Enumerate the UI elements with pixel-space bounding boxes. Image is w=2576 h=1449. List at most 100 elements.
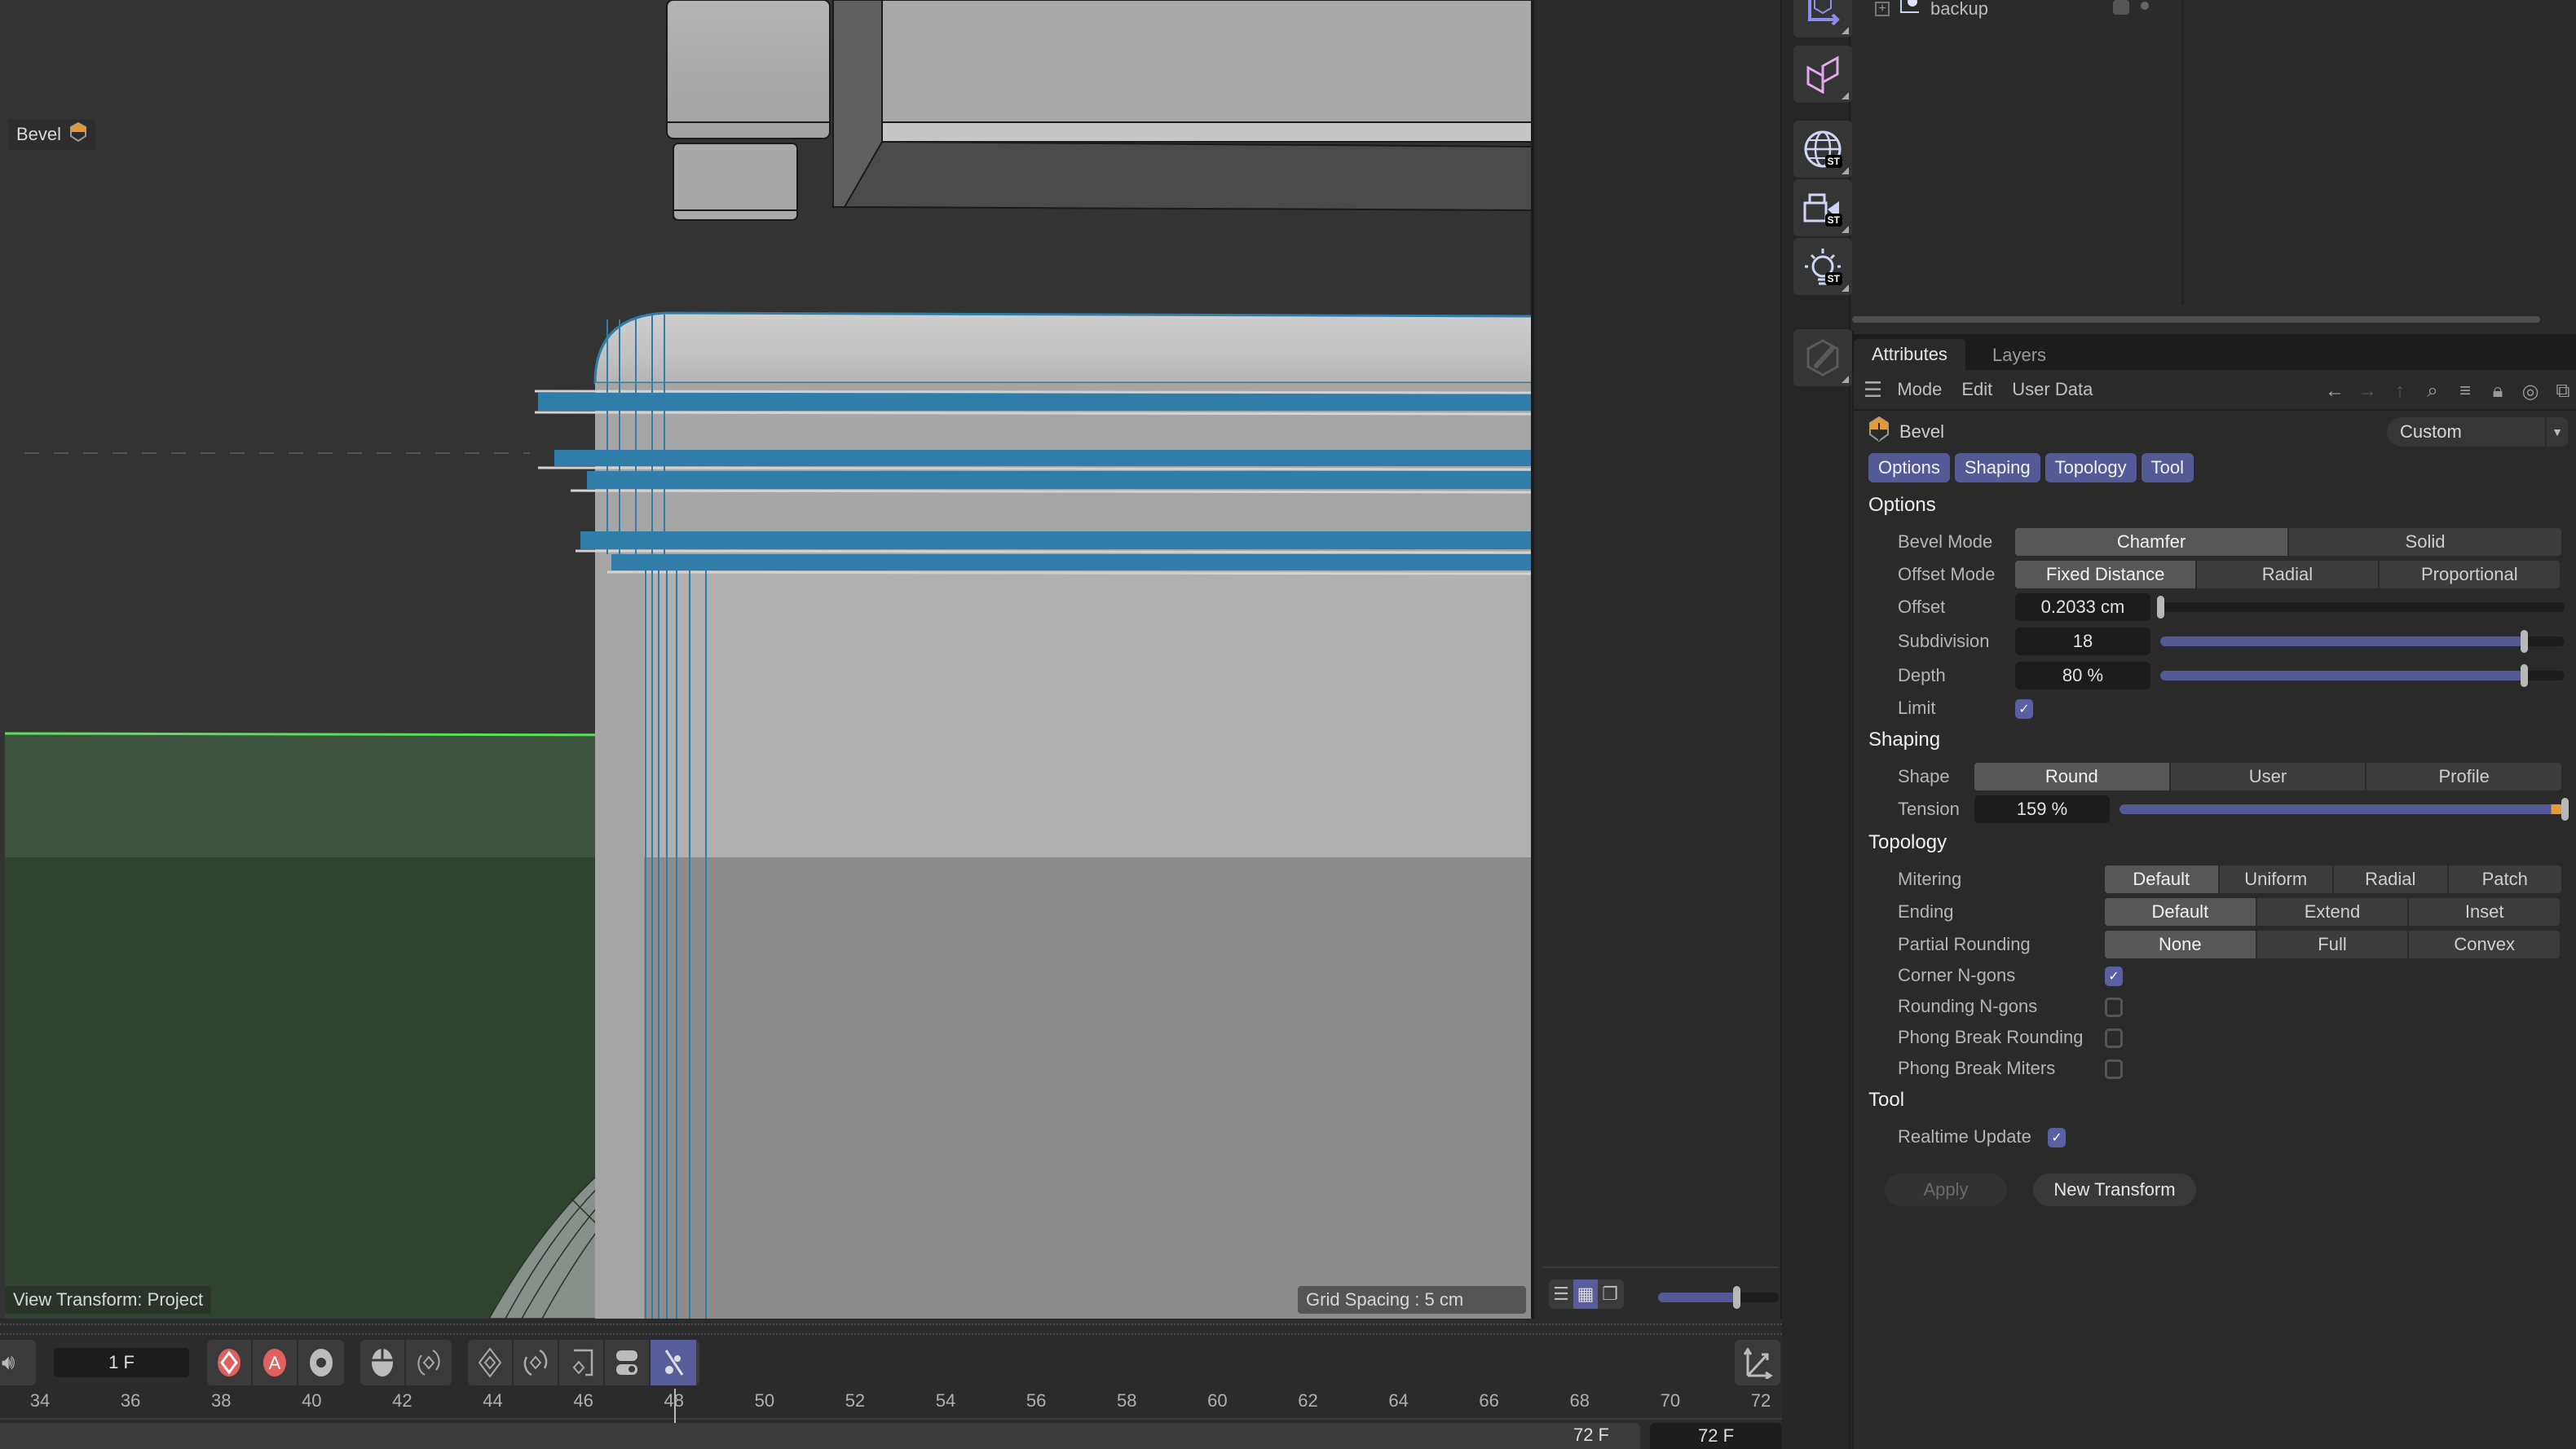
chevron-down-icon[interactable]: ▼ xyxy=(2545,417,2568,447)
new-transform-button[interactable]: New Transform xyxy=(2033,1174,2196,1206)
rounding-ngons-checkbox[interactable] xyxy=(2105,998,2123,1017)
menu-edit[interactable]: Edit xyxy=(1961,379,1992,400)
option-full[interactable]: Full xyxy=(2257,931,2410,958)
option-radial[interactable]: Radial xyxy=(2334,865,2449,893)
corner-ngons-row: Corner N-gons ✓ xyxy=(1852,962,2576,991)
option-default[interactable]: Default xyxy=(2105,865,2220,893)
autokey-button[interactable]: A xyxy=(253,1340,298,1385)
group-tab-topology[interactable]: Topology xyxy=(2044,453,2137,482)
phong-break-miters-checkbox[interactable] xyxy=(2105,1059,2123,1079)
coordinate-system-tool[interactable] xyxy=(1793,0,1852,37)
edit-visibility-icon[interactable] xyxy=(2113,0,2129,15)
option-extend[interactable]: Extend xyxy=(2257,898,2410,926)
back-arrow-icon[interactable]: ← xyxy=(2322,378,2348,404)
offset-slider[interactable] xyxy=(2157,596,2565,619)
option-inset[interactable]: Inset xyxy=(2409,898,2560,926)
object-name[interactable]: backup xyxy=(1930,0,1988,20)
apply-button[interactable]: Apply xyxy=(1885,1174,2007,1206)
limit-checkbox[interactable]: ✓ xyxy=(2015,699,2033,719)
depth-field[interactable]: 80 % xyxy=(2015,662,2150,689)
option-uniform[interactable]: Uniform xyxy=(2220,865,2334,893)
forward-arrow-icon[interactable]: → xyxy=(2354,378,2380,404)
keyframe-position-button[interactable] xyxy=(468,1340,514,1385)
symmetry-tool[interactable] xyxy=(1793,46,1852,103)
slider-knob[interactable] xyxy=(1733,1286,1741,1309)
partial-rounding-label: Partial Rounding xyxy=(1898,934,2031,954)
option-user[interactable]: User xyxy=(2171,763,2367,791)
option-patch[interactable]: Patch xyxy=(2449,865,2562,893)
hamburger-menu-icon[interactable]: ☰ xyxy=(1864,377,1882,403)
keyframe-pla-button[interactable] xyxy=(651,1340,696,1385)
slider-knob[interactable] xyxy=(2521,630,2529,653)
slider-knob[interactable] xyxy=(2521,664,2529,687)
option-fixed-distance[interactable]: Fixed Distance xyxy=(2015,561,2198,588)
subdivision-field[interactable]: 18 xyxy=(2015,628,2150,655)
realtime-update-checkbox[interactable]: ✓ xyxy=(2048,1128,2066,1147)
mouse-interaction-button[interactable] xyxy=(360,1340,406,1385)
keyframe-position-icon xyxy=(478,1347,502,1378)
option-radial[interactable]: Radial xyxy=(2197,561,2380,588)
depth-slider[interactable] xyxy=(2160,664,2565,687)
up-arrow-icon[interactable]: ↑ xyxy=(2387,378,2413,404)
menu-mode[interactable]: Mode xyxy=(1897,379,1942,400)
visibility-dots-icon[interactable] xyxy=(2141,2,2149,10)
timeline-range-bar[interactable]: 72 F xyxy=(0,1423,1640,1449)
option-solid[interactable]: Solid xyxy=(2289,528,2561,556)
sound-button[interactable]: 🔊︎ xyxy=(0,1340,36,1385)
offset-field[interactable]: 0.2033 cm xyxy=(2015,593,2150,621)
lock-icon[interactable]: 🔒︎ xyxy=(2485,378,2511,404)
camera-tool[interactable]: ST xyxy=(1793,179,1852,236)
slider-knob[interactable] xyxy=(2561,798,2569,821)
grid-view-icon[interactable]: ▦ xyxy=(1573,1279,1598,1309)
tension-row: Tension 159 % xyxy=(1852,795,2576,825)
group-tab-shaping[interactable]: Shaping xyxy=(1954,453,2040,482)
tab-layers[interactable]: Layers xyxy=(1974,341,2064,370)
group-tab-options[interactable]: Options xyxy=(1868,453,1950,482)
keyframe-rotation-button[interactable] xyxy=(514,1340,559,1385)
group-tab-tool[interactable]: Tool xyxy=(2141,453,2194,482)
single-view-icon[interactable]: ❐ xyxy=(1598,1279,1622,1309)
keyframe-settings-button[interactable] xyxy=(298,1340,344,1385)
slider-knob[interactable] xyxy=(2157,596,2164,619)
target-icon[interactable]: ◎ xyxy=(2517,378,2543,404)
keyframe-scale-button[interactable] xyxy=(559,1340,605,1385)
tab-attributes[interactable]: Attributes xyxy=(1854,339,1965,370)
object-row[interactable]: + backup xyxy=(1875,0,1988,20)
coordinate-axis-button[interactable] xyxy=(1735,1340,1780,1385)
list-view-icon[interactable]: ☰ xyxy=(1549,1279,1573,1309)
option-convex[interactable]: Convex xyxy=(2409,931,2560,958)
option-profile[interactable]: Profile xyxy=(2366,763,2561,791)
subdivision-slider[interactable] xyxy=(2160,630,2565,653)
option-default[interactable]: Default xyxy=(2105,898,2257,926)
column-divider[interactable] xyxy=(2181,0,2184,305)
section-topology: Topology xyxy=(1868,831,1947,853)
option-round[interactable]: Round xyxy=(1974,763,2171,791)
record-keyframe-button[interactable] xyxy=(207,1340,253,1385)
filter-icon[interactable]: ≡ xyxy=(2452,378,2478,404)
new-window-icon[interactable]: ⧉ xyxy=(2550,378,2576,404)
expand-icon[interactable]: + xyxy=(1875,2,1890,16)
thumbnail-size-slider[interactable] xyxy=(1658,1286,1779,1309)
3d-viewport[interactable]: Bevel View Transform: Project Grid Spaci… xyxy=(0,0,1534,1319)
option-proportional[interactable]: Proportional xyxy=(2380,561,2560,588)
view-mode-toggle[interactable]: ☰ ▦ ❐ xyxy=(1549,1279,1624,1309)
current-frame-field[interactable]: 1 F xyxy=(54,1348,189,1377)
option-chamfer[interactable]: Chamfer xyxy=(2015,528,2289,556)
light-tool[interactable]: ST xyxy=(1793,238,1852,295)
menu-user-data[interactable]: User Data xyxy=(2012,379,2093,400)
preset-dropdown[interactable]: Custom ▼ xyxy=(2387,417,2568,447)
horizontal-scrollbar[interactable] xyxy=(1852,316,2540,323)
tension-field[interactable]: 159 % xyxy=(1974,795,2110,823)
search-icon[interactable]: ⌕ xyxy=(2419,378,2446,404)
sky-tool[interactable]: ST xyxy=(1793,121,1852,178)
corner-ngons-checkbox[interactable]: ✓ xyxy=(2105,967,2123,986)
end-frame-field[interactable]: 72 F xyxy=(1650,1423,1782,1449)
animate-selection-button[interactable] xyxy=(406,1340,452,1385)
timeline-resize-handle[interactable] xyxy=(0,1323,1782,1335)
keyframe-parameters-button[interactable] xyxy=(605,1340,651,1385)
symmetry-icon xyxy=(1806,55,1839,94)
option-none[interactable]: None xyxy=(2105,931,2257,958)
edit-tool[interactable] xyxy=(1793,329,1852,386)
phong-break-rounding-checkbox[interactable] xyxy=(2105,1028,2123,1048)
tension-slider[interactable] xyxy=(2119,798,2569,821)
